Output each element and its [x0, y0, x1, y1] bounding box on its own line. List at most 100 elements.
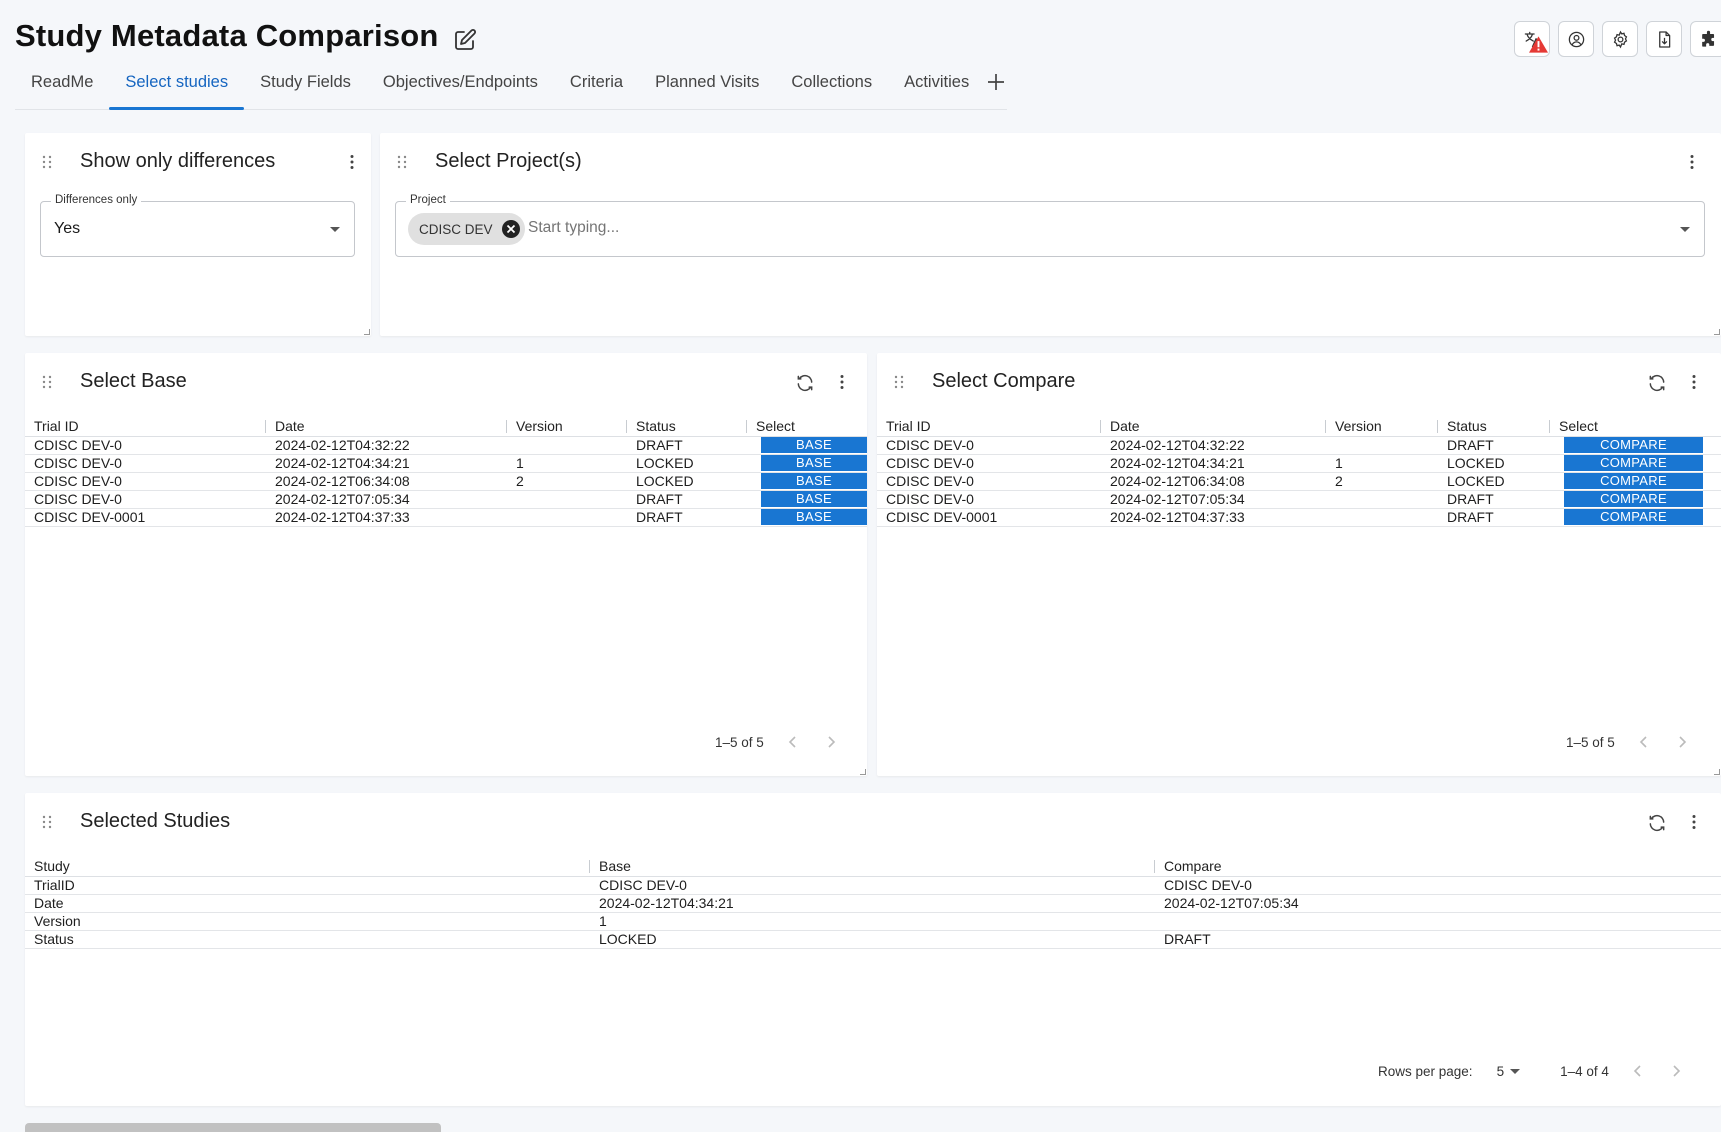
- trial-id-cell: CDISC DEV-0: [25, 436, 266, 455]
- compare-select-button[interactable]: COMPARE: [1564, 509, 1703, 525]
- base-select-button[interactable]: BASE: [761, 509, 867, 525]
- more-vertical-icon[interactable]: [1685, 813, 1703, 831]
- pagination: 1–5 of 5: [715, 733, 840, 751]
- select-cell: BASE: [747, 454, 867, 473]
- rows-per-page-label: Rows per page:: [1378, 1063, 1473, 1079]
- export-button[interactable]: [1646, 21, 1682, 57]
- date-cell: 2024-02-12T04:34:21: [266, 454, 507, 473]
- chevron-left-icon[interactable]: [1635, 733, 1653, 751]
- chevron-down-icon: [330, 227, 340, 232]
- column-header-version[interactable]: Version: [507, 417, 627, 437]
- column-header-select[interactable]: Select: [1550, 417, 1721, 437]
- tab-activities[interactable]: Activities: [888, 66, 985, 109]
- chevron-right-icon[interactable]: [1673, 733, 1691, 751]
- tab-select-studies[interactable]: Select studies: [109, 66, 244, 110]
- horizontal-scrollbar[interactable]: [25, 1123, 441, 1132]
- gear-icon: [1613, 30, 1627, 48]
- compare-select-button[interactable]: COMPARE: [1564, 473, 1703, 489]
- pagination: Rows per page: 5 1–4 of 4: [1378, 1062, 1685, 1080]
- drag-handle-icon[interactable]: [42, 375, 52, 389]
- version-cell: [507, 490, 627, 509]
- resize-handle[interactable]: [860, 769, 866, 775]
- trial-id-cell: CDISC DEV-0: [877, 490, 1101, 509]
- tab-collections[interactable]: Collections: [775, 66, 888, 109]
- field-value: Yes: [54, 220, 81, 237]
- date-cell: 2024-02-12T07:05:34: [266, 490, 507, 509]
- column-header-trial-id[interactable]: Trial ID: [25, 417, 266, 437]
- settings-button[interactable]: [1602, 21, 1638, 57]
- puzzle-icon: [1701, 30, 1714, 47]
- table-row: Date 2024-02-12T04:34:21 2024-02-12T07:0…: [25, 894, 1721, 913]
- chip-label: CDISC DEV: [419, 221, 493, 237]
- column-header-status[interactable]: Status: [1438, 417, 1550, 437]
- date-cell: 2024-02-12T04:32:22: [1101, 436, 1326, 455]
- edit-title-icon[interactable]: [453, 24, 477, 50]
- chip-remove-icon[interactable]: [501, 219, 521, 239]
- translate-button[interactable]: [1514, 21, 1550, 57]
- tab-objectives-endpoints[interactable]: Objectives/Endpoints: [367, 66, 554, 109]
- base-select-button[interactable]: BASE: [761, 491, 867, 507]
- more-vertical-icon[interactable]: [1683, 153, 1701, 171]
- compare-select-button[interactable]: COMPARE: [1564, 437, 1703, 453]
- tab-criteria[interactable]: Criteria: [554, 66, 639, 109]
- tab-readme[interactable]: ReadMe: [15, 66, 109, 109]
- column-header-date[interactable]: Date: [266, 417, 507, 437]
- add-tab-button[interactable]: [985, 66, 1007, 109]
- compare-select-button[interactable]: COMPARE: [1564, 491, 1703, 507]
- compare-value-cell: DRAFT: [1155, 930, 1721, 949]
- select-cell: COMPARE: [1550, 454, 1721, 473]
- plugins-button[interactable]: [1690, 21, 1721, 57]
- drag-handle-icon[interactable]: [42, 815, 52, 829]
- base-select-button[interactable]: BASE: [761, 437, 867, 453]
- version-cell: [1326, 436, 1438, 455]
- project-search-input[interactable]: [528, 219, 1428, 237]
- version-cell: [507, 508, 627, 527]
- table-row: CDISC DEV-0001 2024-02-12T04:37:33 DRAFT…: [25, 508, 867, 527]
- status-cell: DRAFT: [1438, 436, 1550, 455]
- refresh-icon[interactable]: [795, 373, 815, 393]
- trial-id-cell: CDISC DEV-0001: [877, 508, 1101, 527]
- compare-select-button[interactable]: COMPARE: [1564, 455, 1703, 471]
- drag-handle-icon[interactable]: [397, 155, 407, 169]
- differences-only-select[interactable]: Differences only Yes: [40, 194, 355, 257]
- drag-handle-icon[interactable]: [894, 375, 904, 389]
- table-header-row: Study Base Compare: [25, 857, 1721, 877]
- refresh-icon[interactable]: [1647, 813, 1667, 833]
- column-header-study[interactable]: Study: [25, 857, 590, 877]
- chevron-right-icon[interactable]: [1667, 1062, 1685, 1080]
- tab-planned-visits[interactable]: Planned Visits: [639, 66, 775, 109]
- column-header-select[interactable]: Select: [747, 417, 867, 437]
- column-header-trial-id[interactable]: Trial ID: [877, 417, 1101, 437]
- drag-handle-icon[interactable]: [42, 155, 52, 169]
- chevron-left-icon[interactable]: [1629, 1062, 1647, 1080]
- column-header-compare[interactable]: Compare: [1155, 857, 1721, 877]
- column-header-base[interactable]: Base: [590, 857, 1155, 877]
- date-cell: 2024-02-12T04:37:33: [266, 508, 507, 527]
- more-vertical-icon[interactable]: [1685, 373, 1703, 391]
- more-vertical-icon[interactable]: [833, 373, 851, 391]
- resize-handle[interactable]: [1714, 329, 1720, 335]
- base-select-button[interactable]: BASE: [761, 473, 867, 489]
- date-cell: 2024-02-12T06:34:08: [266, 472, 507, 491]
- base-value-cell: CDISC DEV-0: [590, 876, 1155, 895]
- resize-handle[interactable]: [1714, 769, 1720, 775]
- chevron-left-icon[interactable]: [784, 733, 802, 751]
- status-cell: DRAFT: [1438, 508, 1550, 527]
- date-cell: 2024-02-12T07:05:34: [1101, 490, 1326, 509]
- more-vertical-icon[interactable]: [343, 153, 361, 171]
- project-autocomplete[interactable]: Project CDISC DEV: [395, 194, 1705, 257]
- column-header-version[interactable]: Version: [1326, 417, 1438, 437]
- resize-handle[interactable]: [364, 329, 370, 335]
- tab-study-fields[interactable]: Study Fields: [244, 66, 367, 109]
- version-cell: 2: [507, 472, 627, 491]
- account-button[interactable]: [1558, 21, 1594, 57]
- refresh-icon[interactable]: [1647, 373, 1667, 393]
- project-chip: CDISC DEV: [408, 213, 525, 245]
- base-table: Trial ID Date Version Status Select CDIS…: [25, 417, 867, 527]
- column-header-date[interactable]: Date: [1101, 417, 1326, 437]
- chevron-right-icon[interactable]: [822, 733, 840, 751]
- card-title: Select Project(s): [435, 150, 582, 172]
- rows-per-page-select[interactable]: 5: [1497, 1064, 1521, 1079]
- column-header-status[interactable]: Status: [627, 417, 747, 437]
- base-select-button[interactable]: BASE: [761, 455, 867, 471]
